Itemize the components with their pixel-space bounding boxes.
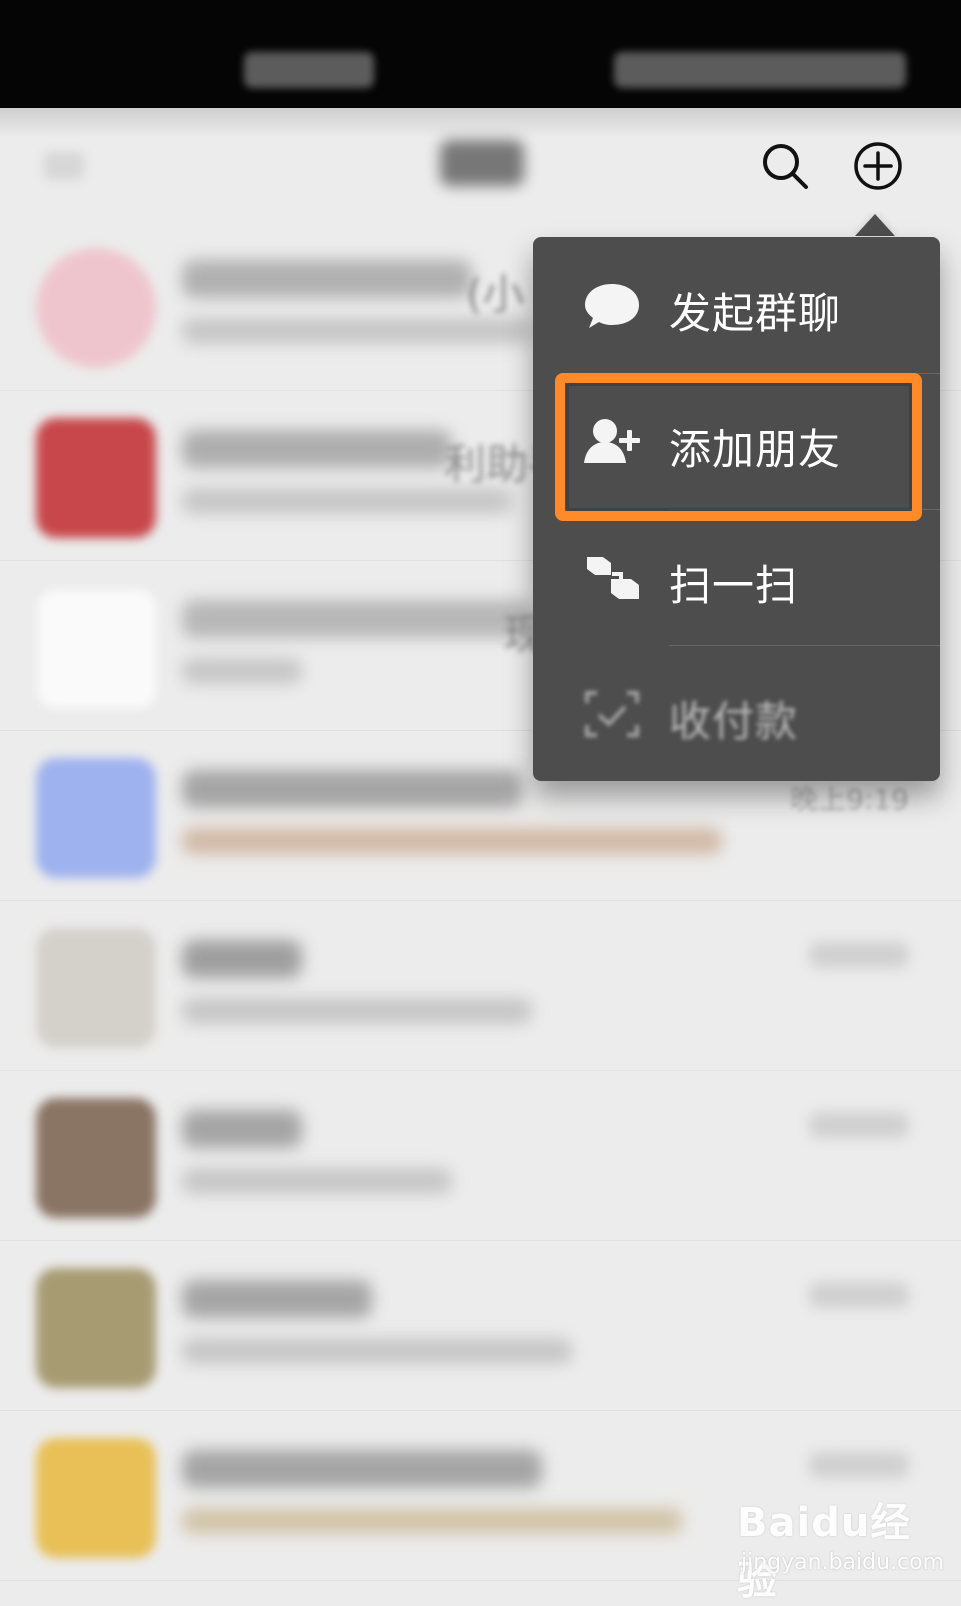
scan-icon: [587, 557, 639, 599]
chat-bubble-icon: [585, 284, 639, 328]
baidu-watermark: Baidu经验 jingyan.baidu.com: [737, 1490, 944, 1604]
blurred-chat-name: [182, 1450, 542, 1488]
blurred-chat-time: [809, 942, 909, 968]
blurred-message-preview: [182, 998, 532, 1024]
payment-icon: [585, 691, 639, 737]
menu-label-scan: 扫一扫: [669, 561, 799, 610]
chat-list-item[interactable]: [0, 1240, 961, 1411]
avatar: [36, 1268, 156, 1388]
menu-label-payment: 收付款: [669, 697, 799, 746]
status-network-indicator: [244, 52, 374, 88]
status-bar: [0, 0, 961, 108]
blurred-chat-name: [182, 940, 302, 978]
blurred-chat-name: [182, 260, 472, 298]
avatar: [36, 1098, 156, 1218]
blurred-chat-time: [809, 1112, 909, 1138]
blurred-message-preview: [182, 1338, 572, 1364]
watermark-url: jingyan.baidu.com: [741, 1550, 945, 1575]
menu-item-scan[interactable]: 扫一扫: [533, 509, 940, 645]
menu-item-payment[interactable]: 收付款: [533, 645, 940, 781]
menu-item-start-group-chat[interactable]: 发起群聊: [533, 237, 940, 373]
blurred-message-preview: [182, 658, 302, 684]
avatar: [36, 1438, 156, 1558]
page-title: [440, 140, 524, 186]
watermark-brand: Baidu经验: [737, 1500, 912, 1604]
avatar: [36, 758, 156, 878]
blurred-message-preview: [182, 828, 722, 854]
status-system-indicators: [614, 52, 906, 88]
blurred-chat-name: [182, 430, 452, 468]
blurred-message-preview: [182, 1508, 682, 1534]
avatar: [36, 928, 156, 1048]
menu-label-start-group-chat: 发起群聊: [669, 289, 842, 338]
blurred-chat-name: [182, 770, 522, 808]
search-icon[interactable]: [759, 140, 811, 192]
chat-list-item[interactable]: [0, 900, 961, 1071]
add-menu-icon[interactable]: [852, 140, 904, 192]
highlight-inner-border: [566, 383, 912, 511]
blurred-chat-name: [182, 1110, 302, 1148]
avatar: [36, 418, 156, 538]
chat-time: 晚上9:19: [790, 783, 909, 816]
blurred-message-preview: [182, 488, 512, 514]
back-button[interactable]: [44, 152, 84, 180]
blurred-message-preview: [182, 1168, 452, 1194]
blurred-chat-time: [809, 1452, 909, 1478]
avatar: [36, 588, 158, 710]
blurred-chat-name: [182, 600, 532, 638]
partial-chat-name: (小: [466, 270, 525, 319]
blurred-chat-name: [182, 1280, 372, 1318]
avatar: [36, 248, 156, 368]
blurred-chat-time: [809, 1282, 909, 1308]
menu-pointer: [855, 214, 895, 236]
blurred-message-preview: [182, 318, 532, 344]
chat-list-item[interactable]: [0, 1070, 961, 1241]
